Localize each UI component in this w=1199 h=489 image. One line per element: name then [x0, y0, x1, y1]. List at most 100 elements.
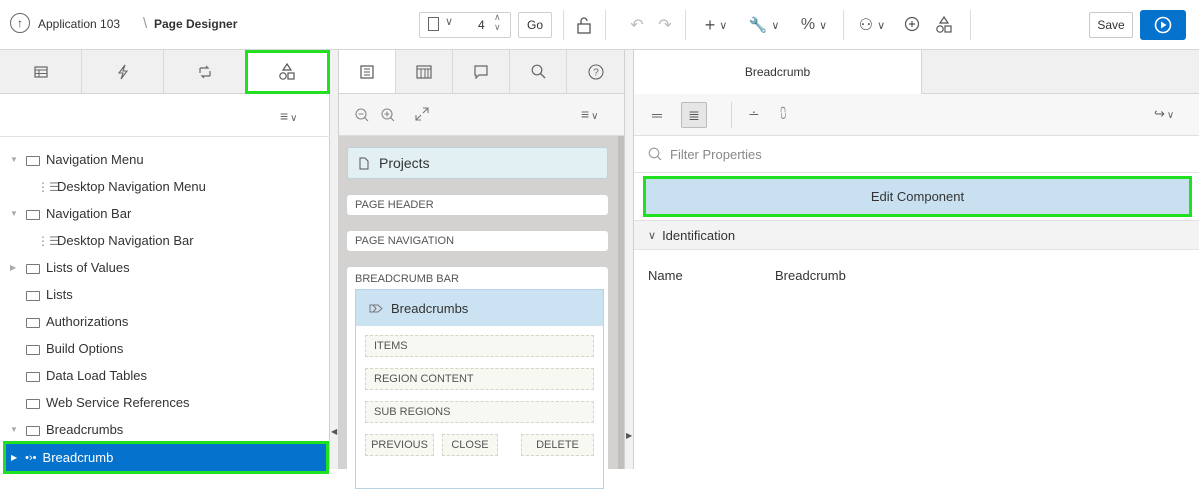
expand-icon[interactable] — [414, 106, 430, 122]
zoom-out-icon[interactable] — [355, 108, 369, 122]
section-identification-header[interactable]: ∨ Identification — [634, 220, 1199, 250]
processing-icon — [198, 65, 211, 78]
folder-icon — [26, 425, 40, 436]
collapse-all-icon[interactable]: ∸ — [748, 106, 760, 123]
go-button[interactable]: Go — [518, 12, 552, 38]
tree-item-label: Navigation Bar — [46, 206, 132, 221]
previous-position[interactable]: PREVIOUS — [365, 434, 434, 456]
zoom-in-icon[interactable] — [381, 108, 395, 122]
divider — [685, 10, 686, 40]
collapse-triangle-icon[interactable]: ▼ — [10, 209, 20, 218]
tree-item-label: Data Load Tables — [46, 368, 147, 383]
folder-icon — [26, 344, 40, 355]
show-common-icon[interactable]: ═ — [652, 107, 662, 123]
tab-messages[interactable] — [453, 50, 510, 93]
tree-item-breadcrumb-selected[interactable]: ▶ •›• Breadcrumb — [3, 441, 329, 474]
collapse-triangle-icon[interactable]: ▼ — [10, 155, 20, 164]
tab-grid-layout[interactable] — [339, 50, 396, 93]
save-button[interactable]: Save — [1089, 12, 1133, 38]
tree-item-label: Breadcrumbs — [46, 422, 124, 437]
comments-icon[interactable] — [900, 13, 924, 37]
middle-pane-tabs: ? — [339, 50, 624, 94]
tree-item[interactable]: Web Service References — [0, 389, 330, 416]
left-pane-menu-button[interactable]: ≡ ∨ — [280, 108, 298, 124]
tree-item[interactable]: ⋮☰ Desktop Navigation Menu — [0, 173, 330, 200]
expand-triangle-icon[interactable]: ▶ — [10, 263, 20, 272]
tree-item[interactable]: Build Options — [0, 335, 330, 362]
items-position[interactable]: ITEMS — [365, 335, 594, 357]
breadcrumb-bar-position[interactable]: BREADCRUMB BAR Breadcrumbs ITEMS REGION … — [347, 267, 608, 489]
breadcrumb-app-link[interactable]: Application 103 — [38, 17, 120, 31]
tab-breadcrumb[interactable]: Breadcrumb — [634, 50, 922, 94]
tree-item-label: Desktop Navigation Bar — [57, 233, 194, 248]
layout-menu-button[interactable]: ≡ ∨ — [581, 106, 599, 122]
tab-rendering[interactable] — [0, 50, 82, 93]
tree-item[interactable]: ▶ Lists of Values — [0, 254, 330, 281]
chevron-down-icon: ∨ — [648, 229, 657, 242]
divider — [843, 10, 844, 40]
property-toolbar: ═ ≣ ∸ ⩇ ↪ ∨ — [634, 94, 1199, 136]
tree-item[interactable]: ▼ Breadcrumbs — [0, 416, 330, 443]
left-splitter[interactable]: ◀ — [330, 50, 339, 469]
grid-layout-icon — [360, 64, 374, 79]
expand-triangle-icon[interactable]: ▶ — [11, 453, 17, 462]
page-navigation-position[interactable]: PAGE NAVIGATION — [347, 231, 608, 251]
tab-processing[interactable] — [164, 50, 246, 93]
page-spinner-icon[interactable]: ∧ ∨ — [494, 12, 501, 32]
tree-item[interactable]: ▼ Navigation Bar — [0, 200, 330, 227]
sub-regions-position[interactable]: SUB REGIONS — [365, 401, 594, 423]
filter-properties[interactable]: Filter Properties — [634, 136, 1199, 173]
tree-item-label: Navigation Menu — [46, 152, 144, 167]
tree-item-label: Web Service References — [46, 395, 190, 410]
tab-search[interactable] — [510, 50, 567, 93]
property-editor-pane: Breadcrumb ═ ≣ ∸ ⩇ ↪ ∨ Filter Properties … — [633, 50, 1199, 469]
filter-properties-input[interactable]: Filter Properties — [670, 147, 762, 162]
page-selector[interactable]: ∨ 4 ∧ ∨ — [419, 12, 511, 38]
create-menu-icon[interactable]: + ∨ — [696, 13, 736, 37]
tab-help[interactable]: ? — [567, 50, 624, 93]
shared-components-icon[interactable] — [932, 13, 956, 37]
team-development-menu-icon[interactable]: ⚇ ∨ — [852, 13, 892, 37]
tab-shared-components[interactable] — [245, 50, 330, 94]
folder-icon — [26, 209, 40, 220]
tree-item-label: Breadcrumb — [42, 450, 114, 465]
tree-item[interactable]: Authorizations — [0, 308, 330, 335]
breadcrumb-separator: \ — [143, 15, 148, 32]
folder-icon — [26, 263, 40, 274]
right-splitter[interactable]: ▶ — [624, 50, 633, 469]
redo-icon[interactable]: ↷ — [654, 13, 676, 37]
tab-gallery[interactable] — [396, 50, 453, 93]
expand-all-icon[interactable]: ⩇ — [780, 105, 786, 122]
tree-item[interactable]: ▼ Navigation Menu — [0, 146, 330, 173]
undo-icon[interactable]: ↶ — [626, 13, 648, 37]
divider — [970, 10, 971, 40]
region-content-position[interactable]: REGION CONTENT — [365, 368, 594, 390]
close-position[interactable]: CLOSE — [442, 434, 498, 456]
tree-item[interactable]: Lists — [0, 281, 330, 308]
unlock-icon[interactable] — [572, 13, 596, 37]
region-header: Breadcrumbs — [356, 290, 603, 326]
property-name-value[interactable]: Breadcrumb — [775, 268, 846, 283]
chevron-down-icon[interactable]: ∨ — [445, 15, 453, 28]
page-number-input[interactable]: 4 — [478, 18, 485, 32]
delete-position[interactable]: DELETE — [521, 434, 594, 456]
property-editor-tabs: Breadcrumb — [634, 50, 1199, 94]
search-icon — [531, 64, 545, 79]
page-header-position[interactable]: PAGE HEADER — [347, 195, 608, 215]
top-toolbar: ↑ Application 103 \ Page Designer ∨ 4 ∧ ∨… — [0, 0, 1199, 50]
tree-item[interactable]: Data Load Tables — [0, 362, 330, 389]
breadcrumbs-region[interactable]: Breadcrumbs ITEMS REGION CONTENT SUB REG… — [355, 289, 604, 489]
layout-pane: ? ≡ ∨ Projects PAGE HEADER PAGE NAVIGATIO… — [339, 50, 624, 489]
page-title-region[interactable]: Projects — [347, 147, 608, 179]
show-all-icon[interactable]: ≣ — [681, 102, 707, 128]
go-to-group-icon[interactable]: ↪ ∨ — [1154, 106, 1174, 122]
run-page-button[interactable] — [1140, 10, 1186, 40]
edit-component-button[interactable]: Edit Component — [643, 176, 1192, 217]
page-designer-title: Page Designer — [154, 17, 238, 31]
tree-item[interactable]: ⋮☰ Desktop Navigation Bar — [0, 227, 330, 254]
shared-components-menu-icon[interactable]: % ∨ — [794, 13, 834, 37]
utilities-menu-icon[interactable]: 🔧 ∨ — [744, 13, 784, 37]
app-home-icon[interactable]: ↑ — [10, 13, 30, 33]
tab-dynamic-actions[interactable] — [82, 50, 164, 93]
collapse-triangle-icon[interactable]: ▼ — [10, 425, 20, 434]
